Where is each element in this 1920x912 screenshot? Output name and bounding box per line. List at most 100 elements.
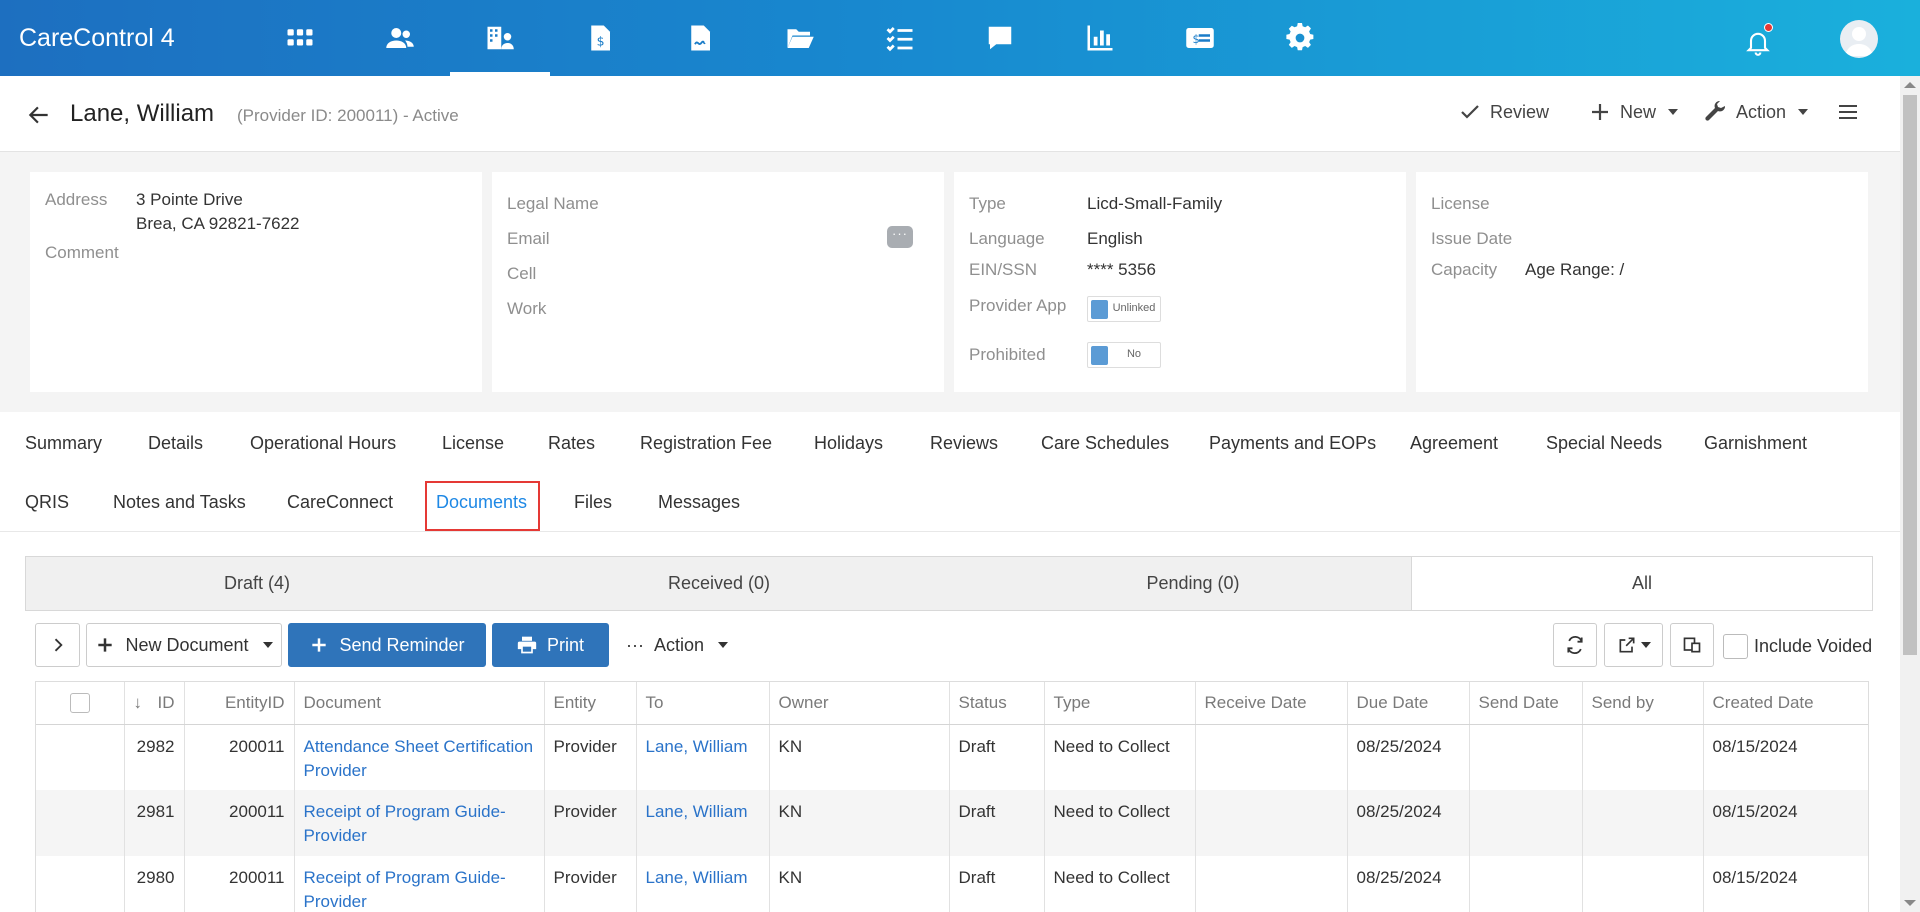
subtab-pending[interactable]: Pending (0) — [950, 557, 1436, 610]
tab-operational-hours[interactable]: Operational Hours — [250, 433, 396, 454]
tab-payments-and-eops[interactable]: Payments and EOPs — [1209, 433, 1376, 454]
table-header-row: ↓ ID EntityID Document Entity To Owner St… — [36, 682, 1868, 725]
column-header-to[interactable]: To — [636, 682, 770, 725]
prohibited-label: Prohibited — [969, 345, 1046, 364]
back-arrow-icon[interactable] — [26, 102, 52, 128]
tab-registration-fee[interactable]: Registration Fee — [640, 433, 772, 454]
document-link[interactable]: Receipt of Program Guide-Provider — [304, 868, 506, 911]
tab-rates[interactable]: Rates — [548, 433, 595, 454]
table-row[interactable]: 2982 200011 Attendance Sheet Certificati… — [36, 724, 1868, 790]
subtab-all[interactable]: All — [1411, 557, 1872, 610]
bar-chart-icon[interactable] — [1080, 18, 1120, 58]
document-link[interactable]: Receipt of Program Guide-Provider — [304, 802, 506, 845]
column-header-document[interactable]: Document — [294, 682, 545, 725]
users-icon[interactable] — [380, 18, 420, 58]
select-all-checkbox[interactable] — [69, 693, 90, 713]
column-header-owner[interactable]: Owner — [769, 682, 950, 725]
cell-entity: Provider — [544, 790, 637, 856]
plus-icon — [312, 638, 327, 652]
column-header-send-date[interactable]: Send Date — [1469, 682, 1583, 725]
tab-messages[interactable]: Messages — [658, 492, 740, 513]
include-voided-checkbox[interactable] — [1723, 634, 1748, 659]
toggle-knob — [1091, 346, 1108, 365]
chat-bubble-icon[interactable] — [980, 18, 1020, 58]
recipient-link[interactable]: Lane, William — [646, 868, 748, 887]
review-button[interactable]: Review — [1458, 100, 1549, 124]
tab-agreement[interactable]: Agreement — [1410, 433, 1498, 454]
signed-document-icon[interactable] — [680, 18, 720, 58]
svg-text:$: $ — [1193, 33, 1200, 46]
tab-garnishment[interactable]: Garnishment — [1704, 433, 1807, 454]
table-action-label: Action — [653, 634, 704, 655]
prohibited-toggle[interactable]: No — [1087, 342, 1161, 368]
export-button[interactable] — [1604, 623, 1663, 667]
subtab-draft[interactable]: Draft (4) — [26, 557, 488, 610]
send-reminder-button[interactable]: Send Reminder — [288, 623, 486, 667]
document-link[interactable]: Attendance Sheet Certification Provider — [304, 737, 534, 780]
column-header-entity[interactable]: Entity — [544, 682, 637, 725]
cell-document: Attendance Sheet Certification Provider — [294, 724, 545, 790]
scroll-up-arrow-icon[interactable] — [1904, 82, 1916, 88]
invoice-dollar-icon[interactable]: $ — [580, 18, 620, 58]
provider-info-area: Address 3 Pointe Drive Brea, CA 92821-76… — [0, 152, 1900, 412]
tab-care-schedules[interactable]: Care Schedules — [1041, 433, 1169, 454]
expand-panel-button[interactable] — [35, 623, 80, 667]
user-avatar[interactable] — [1840, 20, 1878, 58]
folder-open-icon[interactable] — [780, 18, 820, 58]
tab-reviews[interactable]: Reviews — [930, 433, 998, 454]
column-header-type[interactable]: Type — [1044, 682, 1196, 725]
column-layout-button[interactable] — [1670, 623, 1714, 667]
tab-holidays[interactable]: Holidays — [814, 433, 883, 454]
tab-qris[interactable]: QRIS — [25, 492, 69, 513]
column-header-due-date[interactable]: Due Date — [1347, 682, 1470, 725]
recipient-link[interactable]: Lane, William — [646, 802, 748, 821]
tab-special-needs[interactable]: Special Needs — [1546, 433, 1662, 454]
type-label: Type — [969, 194, 1006, 213]
settings-gear-icon[interactable] — [1280, 18, 1320, 58]
provider-building-icon[interactable] — [480, 18, 520, 58]
cell-owner: KN — [769, 790, 950, 856]
scrollbar-thumb[interactable] — [1903, 95, 1917, 655]
legal-name-label: Legal Name — [507, 194, 599, 213]
new-button[interactable]: New — [1588, 100, 1679, 124]
table-action-button[interactable]: ··· Action — [618, 623, 736, 667]
sort-arrow-icon: ↓ — [133, 692, 143, 712]
column-header-status[interactable]: Status — [949, 682, 1045, 725]
cell-due-date: 08/25/2024 — [1347, 790, 1470, 856]
subtab-received[interactable]: Received (0) — [488, 557, 950, 610]
column-header-entity-id[interactable]: EntityID — [184, 682, 295, 725]
capacity-label: Capacity — [1431, 260, 1498, 279]
tab-files[interactable]: Files — [574, 492, 612, 513]
refresh-button[interactable] — [1553, 623, 1597, 667]
task-list-icon[interactable] — [880, 18, 920, 58]
provider-app-toggle[interactable]: Unlinked — [1087, 296, 1161, 322]
tab-summary[interactable]: Summary — [25, 433, 102, 454]
column-header-id[interactable]: ↓ ID — [124, 682, 185, 725]
table-row[interactable]: 2980 200011 Receipt of Program Guide-Pro… — [36, 856, 1868, 912]
tab-license[interactable]: License — [442, 433, 504, 454]
cell-due-date: 08/25/2024 — [1347, 856, 1470, 912]
ein-label: EIN/SSN — [969, 260, 1038, 279]
apps-grid-icon[interactable] — [280, 18, 320, 58]
new-document-button[interactable]: New Document — [86, 623, 282, 667]
hamburger-menu-icon[interactable] — [1836, 100, 1860, 124]
tab-details[interactable]: Details — [148, 433, 203, 454]
cell-send-by — [1582, 724, 1704, 790]
billing-card-icon[interactable]: $ — [1180, 18, 1220, 58]
app-title[interactable]: CareControl 4 — [19, 24, 175, 53]
table-row[interactable]: 2981 200011 Receipt of Program Guide-Pro… — [36, 790, 1868, 856]
column-header-send-by[interactable]: Send by — [1582, 682, 1704, 725]
cell-label: Cell — [507, 264, 537, 283]
recipient-link[interactable]: Lane, William — [646, 737, 748, 756]
chevron-down-icon — [718, 642, 728, 648]
action-button[interactable]: Action — [1704, 100, 1809, 124]
scroll-down-arrow-icon[interactable] — [1904, 900, 1916, 906]
tab-notes-and-tasks[interactable]: Notes and Tasks — [113, 492, 246, 513]
ein-value: **** 5356 — [1087, 260, 1157, 279]
tab-careconnect[interactable]: CareConnect — [287, 492, 393, 513]
print-button[interactable]: Print — [492, 623, 609, 667]
prohibited-value: No — [1126, 348, 1142, 360]
more-options-icon[interactable]: ··· — [887, 226, 913, 248]
column-header-receive-date[interactable]: Receive Date — [1195, 682, 1348, 725]
column-header-created-date[interactable]: Created Date — [1703, 682, 1868, 725]
